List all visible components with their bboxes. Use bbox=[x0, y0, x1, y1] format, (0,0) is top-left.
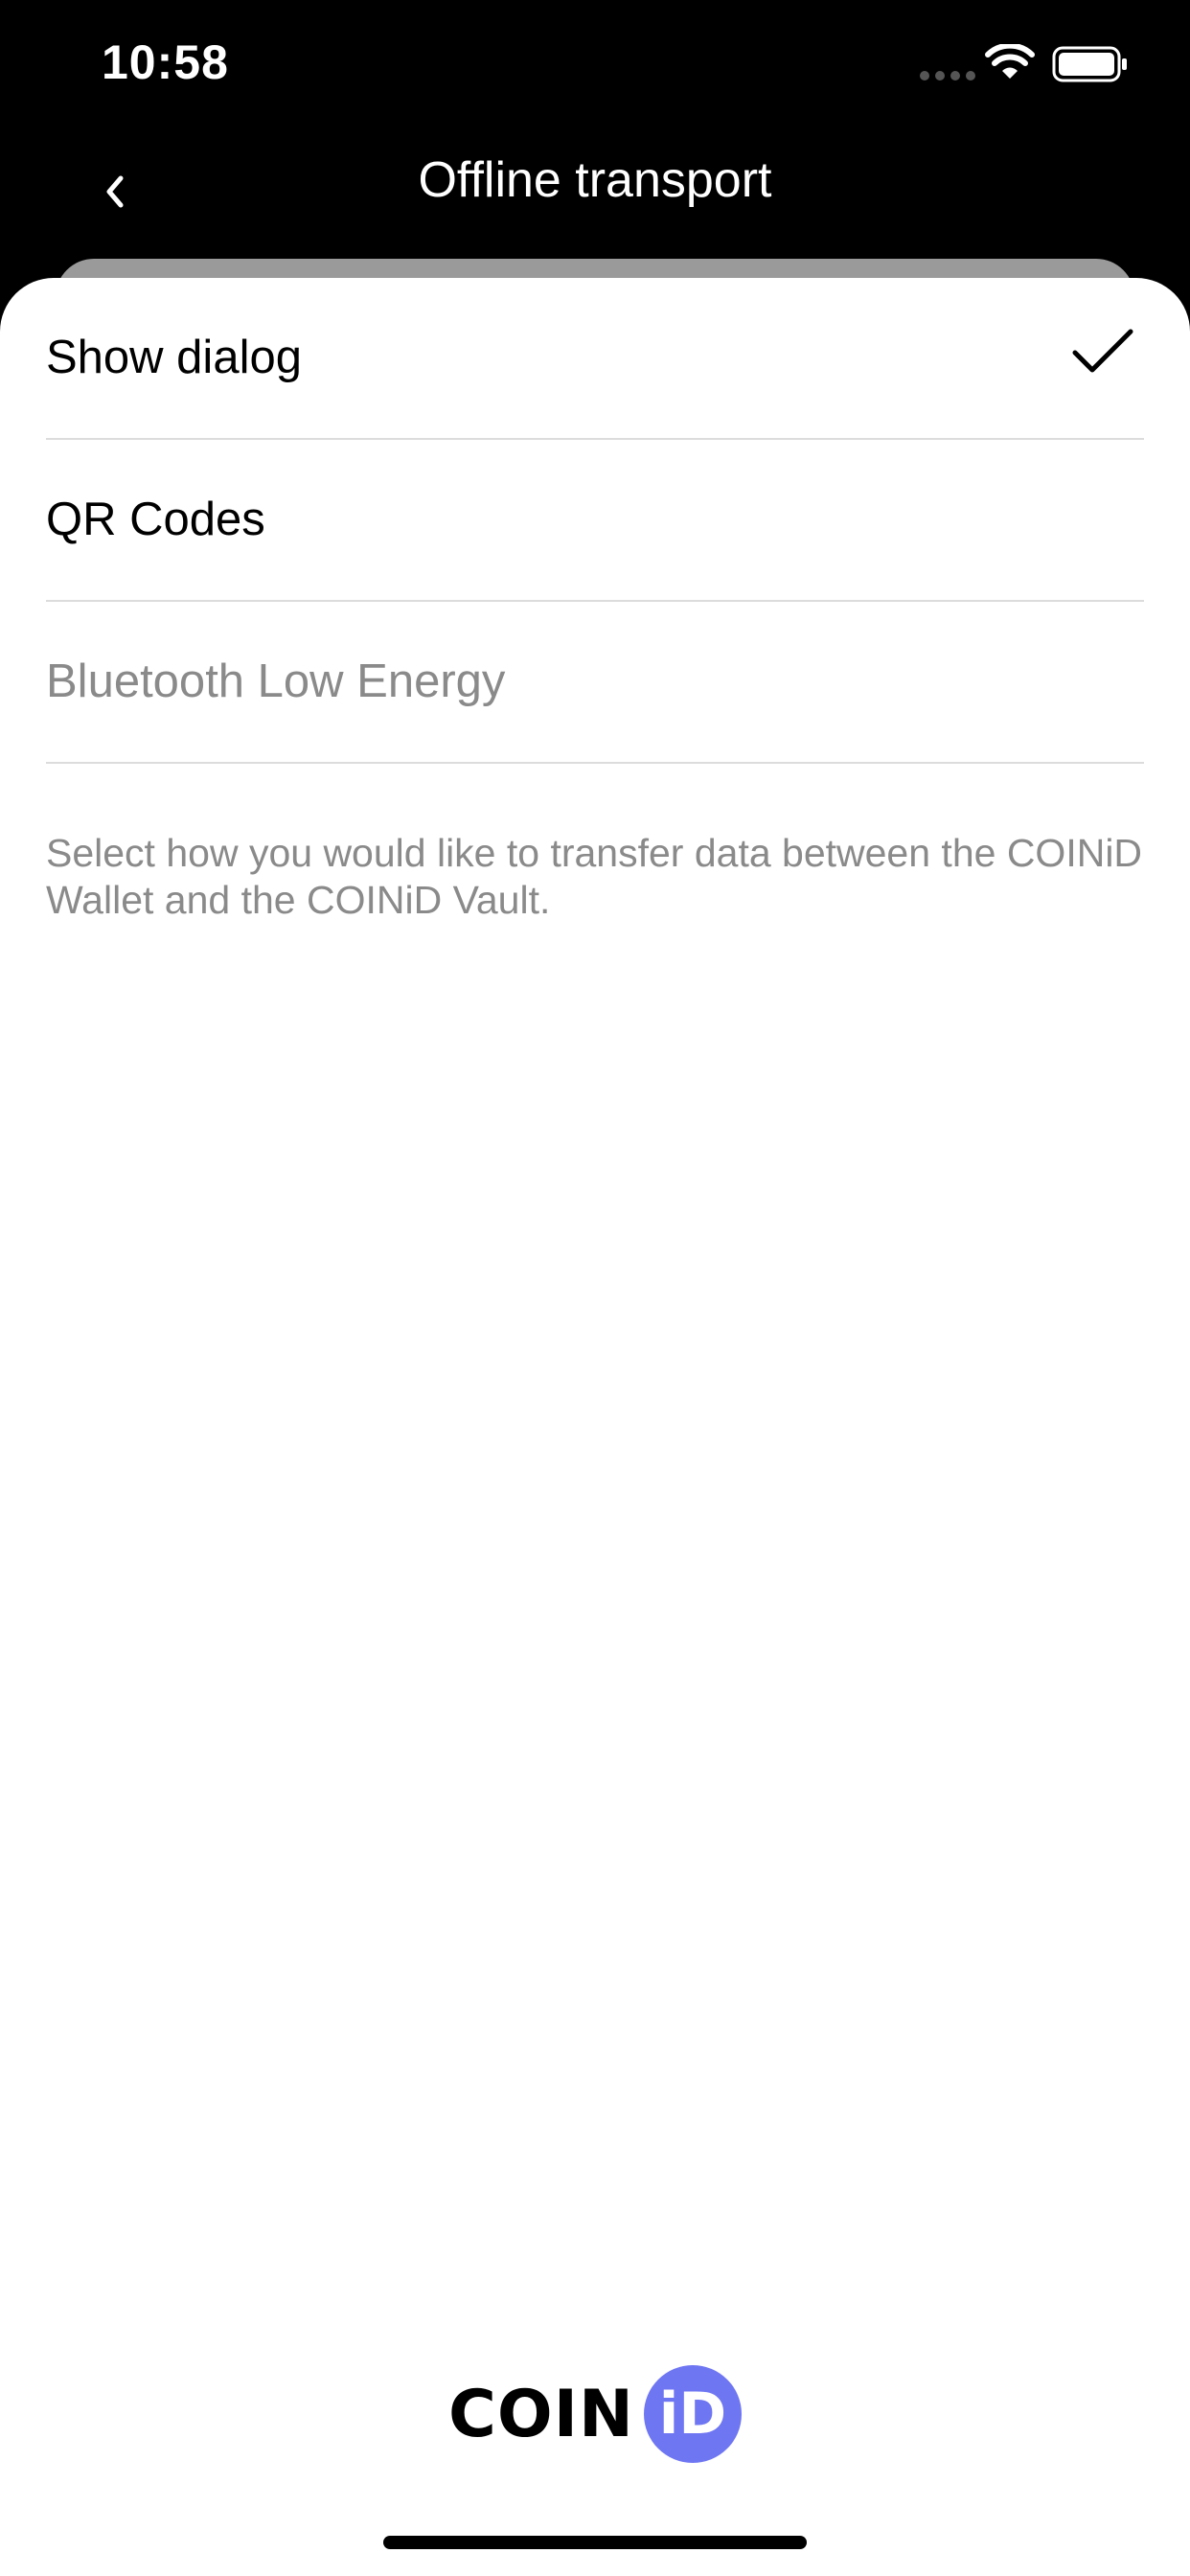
option-qr-codes[interactable]: QR Codes bbox=[46, 440, 1144, 602]
option-bluetooth-low-energy: Bluetooth Low Energy bbox=[46, 602, 1144, 764]
cellular-signal-icon bbox=[920, 71, 975, 80]
help-text: Select how you would like to transfer da… bbox=[46, 831, 1143, 922]
checkmark-icon bbox=[1072, 329, 1133, 373]
transport-option-list: Show dialog QR Codes Bluetooth Low Energ… bbox=[46, 278, 1144, 764]
logo-badge: iD bbox=[643, 2365, 742, 2463]
option-label: QR Codes bbox=[46, 494, 265, 545]
status-time: 10:58 bbox=[102, 35, 229, 89]
logo-word: COIN bbox=[448, 2376, 634, 2452]
option-show-dialog[interactable]: Show dialog bbox=[46, 278, 1144, 440]
settings-sheet: Show dialog QR Codes Bluetooth Low Energ… bbox=[0, 278, 1190, 2576]
option-label: Show dialog bbox=[46, 332, 302, 383]
wifi-icon bbox=[985, 44, 1035, 79]
battery-icon bbox=[1052, 46, 1127, 82]
coinid-logo: COIN iD bbox=[0, 2365, 1190, 2463]
navigation-bar: Offline transport bbox=[0, 134, 1190, 259]
option-label: Bluetooth Low Energy bbox=[46, 656, 506, 707]
home-indicator[interactable] bbox=[383, 2536, 807, 2549]
status-bar: 10:58 bbox=[0, 0, 1190, 134]
page-title: Offline transport bbox=[418, 152, 772, 208]
